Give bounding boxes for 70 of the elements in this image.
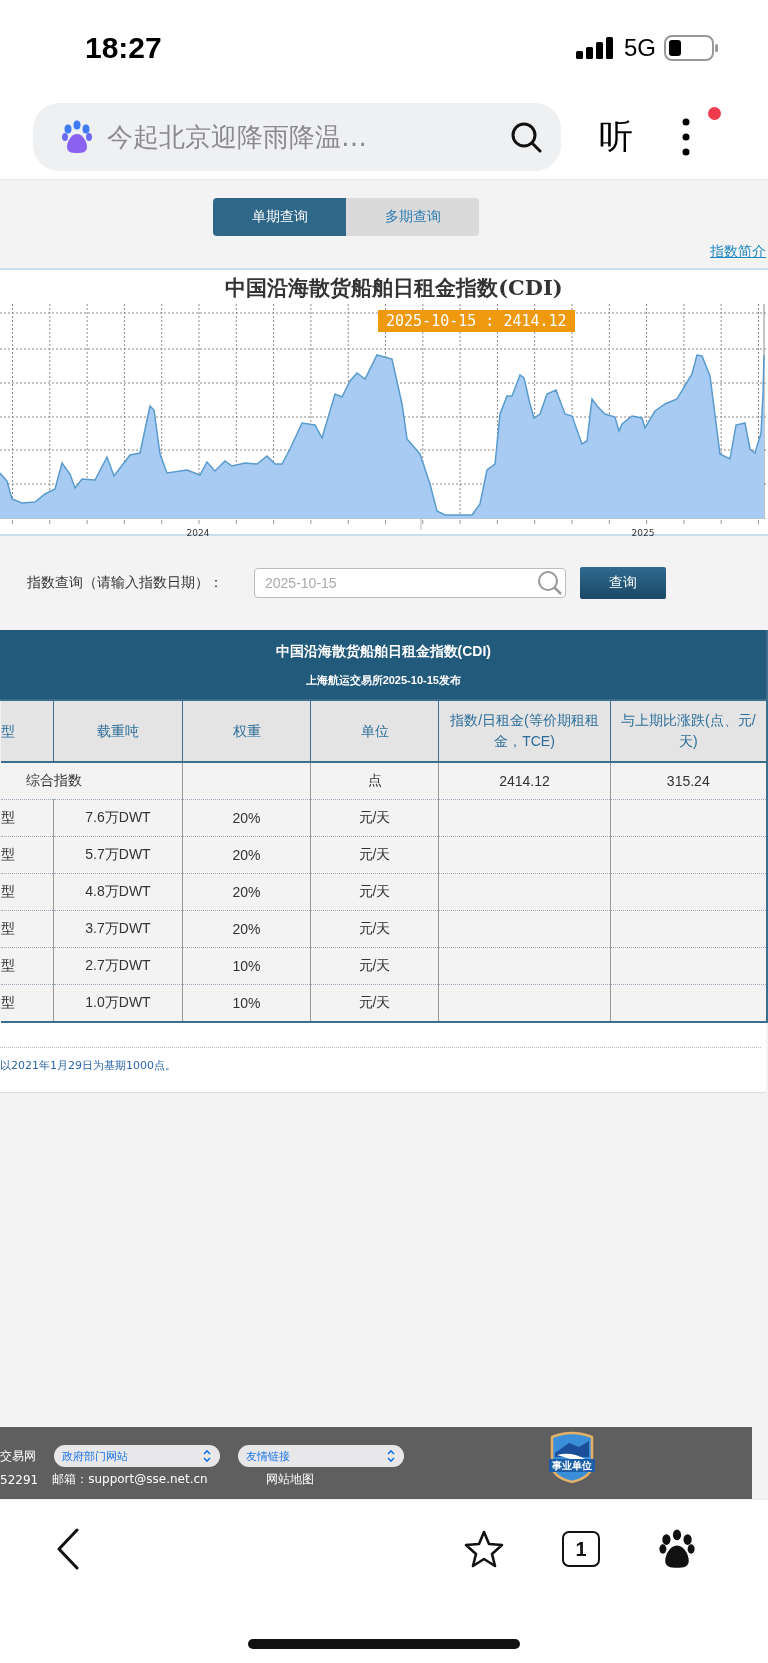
table-cell: 元/天 (310, 984, 439, 1022)
table-cell: 1.0万DWT (53, 984, 183, 1022)
search-icon (537, 570, 563, 596)
table-cell: 元/天 (310, 947, 439, 985)
table-cell: 点 (310, 762, 439, 800)
phone-text: 52291 (0, 1472, 39, 1487)
search-bar[interactable]: 今起北京迎降雨降温… (33, 103, 561, 171)
paw-icon[interactable] (658, 1529, 696, 1569)
link-select[interactable]: 友情链接 (238, 1445, 404, 1467)
table-cell: 型 (0, 984, 54, 1022)
table-cell: 元/天 (310, 910, 439, 948)
table-cell: 315.24 (610, 762, 767, 800)
table-cell: 2.7万DWT (53, 947, 183, 985)
chart-title: 中国沿海散货船舶日租金指数(CDI) (224, 274, 564, 302)
column-header: 载重吨 (53, 700, 183, 762)
query-label: 指数查询（请输入指数日期）： (27, 574, 224, 592)
axis-label: 2025 (631, 528, 655, 538)
battery-icon (664, 34, 720, 61)
table-cell: 元/天 (310, 836, 439, 874)
date-field[interactable]: 2025-10-15 (254, 568, 566, 598)
query-tab[interactable]: 单期查询 (213, 198, 346, 236)
site-name: 交易网 (0, 1447, 36, 1465)
status-time: 18:27 (85, 30, 162, 65)
table-cell: 型 (0, 910, 54, 948)
table-cell: 10% (182, 984, 311, 1022)
search-field[interactable]: 今起北京迎降雨降温… (105, 121, 497, 153)
table-cell: 20% (182, 836, 311, 874)
network-label: 5G (624, 33, 656, 62)
column-header: 权重 (182, 700, 311, 762)
table-cell: 20% (182, 910, 311, 948)
paw-icon (61, 120, 93, 154)
sitemap-link[interactable]: 网站地图 (265, 1471, 314, 1488)
back-icon[interactable] (56, 1528, 80, 1570)
query-button[interactable]: 查询 (580, 567, 666, 599)
query-tab[interactable]: 多期查询 (346, 198, 479, 236)
table-cell: 型 (0, 947, 54, 985)
email-text: 邮箱：support@sse.net.cn (52, 1471, 208, 1488)
table-title: 中国沿海散货船舶日租金指数(CDI) (274, 642, 492, 661)
table-cell: 10% (182, 947, 311, 985)
updown-chevron-icon (386, 1449, 396, 1463)
table-cell: 3.7万DWT (53, 910, 183, 948)
table-cell: 20% (182, 873, 311, 911)
search-icon[interactable] (509, 120, 543, 154)
table-cell: 7.6万DWT (53, 799, 183, 837)
axis-label: 2024 (186, 528, 210, 538)
table-cell: 综合指数 (0, 762, 183, 800)
column-header: 与上期比涨跌(点、元/天) (610, 700, 767, 762)
table-cell: 4.8万DWT (53, 873, 183, 911)
table-cell: 元/天 (310, 799, 439, 837)
star-icon[interactable] (464, 1530, 504, 1568)
table-cell: 元/天 (310, 873, 439, 911)
value-tooltip: 2025-10-15 : 2414.12 (378, 310, 575, 332)
table-cell: 20% (182, 799, 311, 837)
table-cell: 型 (0, 873, 54, 911)
column-header: 单位 (310, 700, 439, 762)
menu-icon[interactable] (681, 117, 691, 157)
table-subtitle: 上海航运交易所2025-10-15发布 (304, 672, 462, 688)
tab-count-button[interactable]: 1 (562, 1531, 600, 1567)
note-text: 以2021年1月29日为基期1000点。 (0, 1058, 177, 1073)
column-header: 指数/日租金(等价期租租金，TCE) (438, 700, 611, 762)
link-select[interactable]: 政府部门网站 (54, 1445, 220, 1467)
listen-button[interactable]: 听 (599, 114, 633, 160)
intro-link[interactable]: 指数简介 (710, 243, 766, 261)
signal-icon (576, 36, 616, 59)
table-cell: 型 (0, 836, 54, 874)
column-header: 型 (0, 700, 54, 762)
table-cell: 5.7万DWT (53, 836, 183, 874)
table-cell: 2414.12 (438, 762, 611, 800)
updown-chevron-icon (202, 1449, 212, 1463)
table-cell: 型 (0, 799, 54, 837)
